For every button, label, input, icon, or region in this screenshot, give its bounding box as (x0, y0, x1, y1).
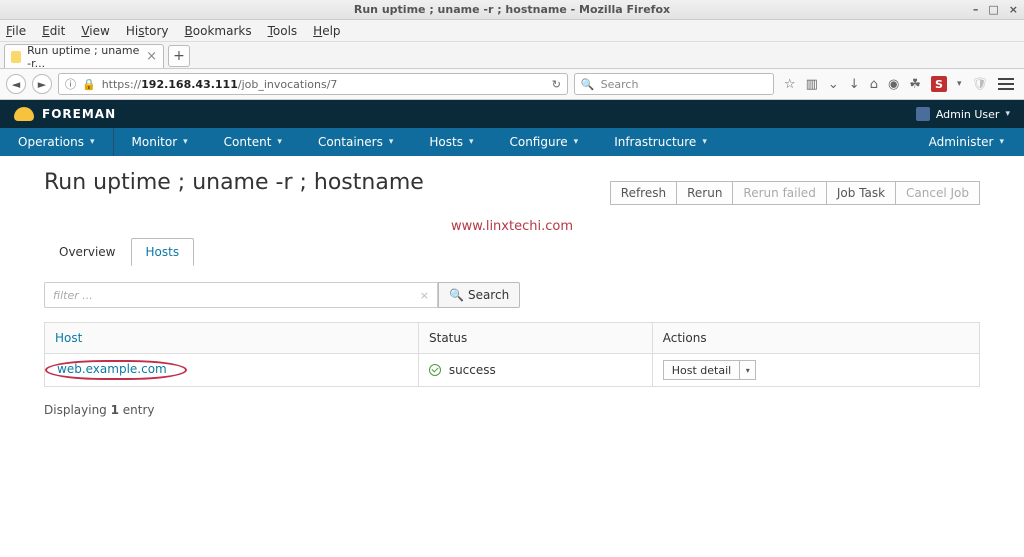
host-link[interactable]: web.example.com (57, 362, 167, 376)
reload-icon[interactable]: ↻ (552, 78, 561, 91)
downloads-icon[interactable]: ↓ (849, 77, 860, 92)
rerun-failed-button[interactable]: Rerun failed (733, 181, 826, 205)
page-content: Run uptime ; uname -r ; hostname Refresh… (0, 156, 1024, 437)
watermark-text: www.linxtechi.com (44, 219, 980, 234)
col-status[interactable]: Status (419, 323, 653, 354)
search-icon: 🔍 (449, 288, 464, 302)
nav-administer[interactable]: Administer▾ (929, 135, 1024, 149)
hamburger-menu-icon[interactable] (998, 78, 1014, 90)
refresh-button[interactable]: Refresh (610, 181, 677, 205)
menu-history[interactable]: History (126, 24, 169, 38)
browser-tabstrip: Run uptime ; uname -r... × + (0, 42, 1024, 68)
forward-button[interactable]: ► (32, 74, 52, 94)
cancel-job-button[interactable]: Cancel Job (896, 181, 980, 205)
menu-bookmarks[interactable]: Bookmarks (185, 24, 252, 38)
tab-title: Run uptime ; uname -r... (27, 44, 140, 70)
window-maximize-icon[interactable]: □ (988, 3, 998, 16)
brand-name: FOREMAN (42, 107, 116, 121)
host-highlight-annotation: web.example.com (45, 360, 187, 380)
search-button[interactable]: 🔍 Search (438, 282, 520, 308)
search-label: Search (468, 288, 509, 302)
menu-help[interactable]: Help (313, 24, 340, 38)
tab-close-icon[interactable]: × (146, 49, 157, 64)
nav-configure[interactable]: Configure▾ (491, 128, 596, 156)
new-tab-button[interactable]: + (168, 45, 190, 67)
row-action-dropdown[interactable]: ▾ (740, 360, 756, 380)
browser-toolbar: ◄ ► ⓘ 🔒 https://192.168.43.111/job_invoc… (0, 68, 1024, 100)
tab-favicon-icon (11, 51, 21, 63)
addon-s-icon[interactable]: S (931, 76, 947, 92)
window-minimize-icon[interactable]: – (973, 3, 979, 16)
table-row: web.example.com success Host detail ▾ (45, 354, 980, 387)
brand-logo[interactable]: FOREMAN (14, 107, 116, 121)
filter-input[interactable]: filter ... × (44, 282, 438, 308)
browser-tab-active[interactable]: Run uptime ; uname -r... × (4, 44, 164, 68)
pocket-icon[interactable]: ⌄ (828, 77, 839, 92)
url-scheme: https:// (102, 78, 141, 91)
url-path: /job_invocations/7 (238, 78, 338, 91)
row-action-group: Host detail ▾ (663, 360, 756, 380)
chevron-down-icon: ▾ (90, 137, 95, 147)
window-title: Run uptime ; uname -r ; hostname - Mozil… (354, 3, 670, 16)
browser-menubar: File Edit View History Bookmarks Tools H… (0, 20, 1024, 42)
nav-operations[interactable]: Operations▾ (0, 128, 114, 156)
chevron-down-icon: ▾ (1005, 109, 1010, 119)
search-placeholder: Search (601, 78, 639, 91)
user-avatar-icon (916, 107, 930, 121)
host-detail-button[interactable]: Host detail (663, 360, 740, 380)
app-brandbar: FOREMAN Admin User ▾ (0, 100, 1024, 128)
search-icon: 🔍 (581, 78, 595, 91)
lock-icon: 🔒 (82, 78, 96, 91)
addon-paw-icon[interactable]: ☘ (909, 77, 921, 92)
filter-row: filter ... × 🔍 Search (44, 282, 980, 308)
menu-tools[interactable]: Tools (268, 24, 298, 38)
info-icon[interactable]: ⓘ (65, 76, 76, 92)
rerun-button[interactable]: Rerun (677, 181, 733, 205)
chevron-down-icon: ▾ (999, 137, 1004, 147)
user-label: Admin User (936, 108, 1000, 121)
menu-edit[interactable]: Edit (42, 24, 65, 38)
clear-filter-icon[interactable]: × (420, 289, 429, 302)
chevron-down-icon: ▾ (389, 137, 394, 147)
chevron-down-icon: ▾ (469, 137, 474, 147)
user-menu[interactable]: Admin User ▾ (916, 107, 1010, 121)
library-icon[interactable]: ▥ (806, 77, 818, 92)
addon-circle-icon[interactable]: ◉ (888, 77, 899, 92)
content-tabs: Overview Hosts (44, 238, 980, 266)
url-host: 192.168.43.111 (141, 78, 238, 91)
chevron-down-icon: ▾ (574, 137, 579, 147)
col-host[interactable]: Host (45, 323, 419, 354)
col-actions: Actions (652, 323, 979, 354)
menu-file[interactable]: File (6, 24, 26, 38)
success-icon (429, 364, 441, 376)
chevron-down-icon: ▾ (183, 137, 188, 147)
tab-hosts[interactable]: Hosts (131, 238, 195, 266)
home-icon[interactable]: ⌂ (870, 77, 878, 92)
helmet-icon (14, 107, 34, 121)
display-info: Displaying 1 entry (44, 403, 980, 417)
status-text: success (449, 363, 496, 377)
filter-placeholder: filter ... (53, 289, 93, 302)
menu-view[interactable]: View (81, 24, 109, 38)
shield-icon[interactable]: 🛡 (971, 77, 988, 92)
chevron-down-icon: ▾ (277, 137, 282, 147)
tab-overview[interactable]: Overview (44, 238, 131, 266)
addon-dropdown-icon[interactable]: ▾ (957, 79, 962, 89)
nav-containers[interactable]: Containers▾ (300, 128, 411, 156)
hosts-table: Host Status Actions web.example.com succ… (44, 322, 980, 387)
window-close-icon[interactable]: × (1009, 3, 1018, 16)
nav-monitor[interactable]: Monitor▾ (114, 128, 206, 156)
nav-content[interactable]: Content▾ (206, 128, 300, 156)
window-titlebar: Run uptime ; uname -r ; hostname - Mozil… (0, 0, 1024, 20)
job-task-button[interactable]: Job Task (827, 181, 896, 205)
nav-infrastructure[interactable]: Infrastructure▾ (596, 128, 725, 156)
nav-hosts[interactable]: Hosts▾ (411, 128, 491, 156)
bookmark-star-icon[interactable]: ☆ (784, 77, 796, 92)
address-bar[interactable]: ⓘ 🔒 https://192.168.43.111/job_invocatio… (58, 73, 568, 95)
chevron-down-icon: ▾ (702, 137, 707, 147)
back-button[interactable]: ◄ (6, 74, 26, 94)
app-navbar: Operations▾ Monitor▾ Content▾ Containers… (0, 128, 1024, 156)
browser-search-box[interactable]: 🔍 Search (574, 73, 774, 95)
